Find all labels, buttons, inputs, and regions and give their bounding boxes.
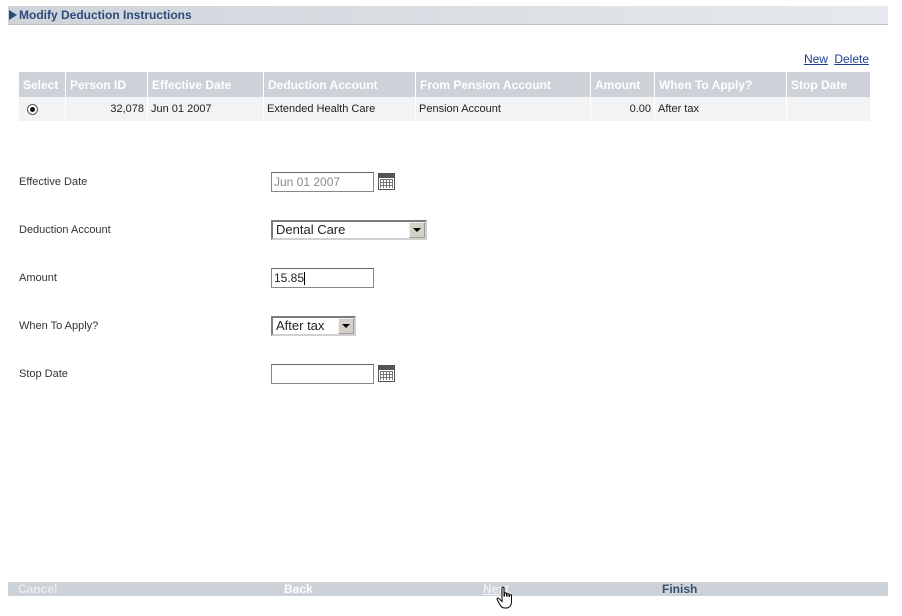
finish-button[interactable]: Finish: [662, 582, 697, 596]
delete-link[interactable]: Delete: [834, 52, 869, 66]
stop-date-cell: [787, 97, 870, 121]
amount-cell: 0.00: [591, 97, 655, 121]
cancel-button[interactable]: Cancel: [18, 582, 57, 596]
back-button[interactable]: Back: [284, 582, 313, 596]
when-to-apply-select[interactable]: After tax: [271, 316, 356, 336]
deduction-account-select[interactable]: Dental Care: [271, 220, 427, 240]
when-to-apply-selected: After tax: [276, 318, 325, 333]
page-header: Modify Deduction Instructions: [8, 6, 888, 25]
column-header-person-id: Person ID: [66, 72, 148, 97]
table-header-row: Select Person ID Effective Date Deductio…: [19, 72, 870, 97]
row-select-radio[interactable]: [27, 103, 38, 115]
deduction-account-cell: Extended Health Care: [264, 97, 416, 121]
calendar-icon-grid: [380, 179, 393, 188]
calendar-icon[interactable]: [378, 365, 395, 382]
text-cursor: [304, 272, 306, 286]
deduction-account-selected: Dental Care: [276, 222, 346, 237]
stop-date-label: Stop Date: [19, 368, 68, 380]
effective-date-label: Effective Date: [19, 176, 88, 188]
calendar-icon-header: [379, 366, 394, 370]
column-header-effective-date: Effective Date: [148, 72, 264, 97]
amount-label: Amount: [19, 272, 57, 284]
row-actions: New Delete: [801, 52, 869, 66]
table-row[interactable]: 32,078 Jun 01 2007 Extended Health Care …: [19, 97, 870, 121]
hand-pointer-icon: [496, 586, 512, 609]
chevron-down-icon[interactable]: [338, 318, 354, 334]
when-to-apply-cell: After tax: [655, 97, 787, 121]
deductions-table: Select Person ID Effective Date Deductio…: [19, 72, 870, 121]
column-header-stop-date: Stop Date: [787, 72, 870, 97]
when-to-apply-label: When To Apply?: [19, 320, 99, 332]
column-header-deduction-account: Deduction Account: [264, 72, 416, 97]
amount-value: 15.85: [274, 271, 305, 285]
chevron-down-icon[interactable]: [409, 222, 425, 238]
calendar-icon-grid: [380, 371, 393, 380]
wizard-footer: Cancel Back Next Finish: [8, 582, 888, 596]
stop-date-input[interactable]: [271, 364, 374, 384]
column-header-from-pension-account: From Pension Account: [416, 72, 591, 97]
select-cell[interactable]: [19, 97, 66, 121]
column-header-select: Select: [19, 72, 66, 97]
effective-date-input[interactable]: Jun 01 2007: [271, 172, 374, 192]
column-header-amount: Amount: [591, 72, 655, 97]
column-header-when-to-apply: When To Apply?: [655, 72, 787, 97]
page-title: Modify Deduction Instructions: [19, 8, 192, 22]
person-id-cell: 32,078: [66, 97, 148, 121]
triangle-right-icon: [9, 10, 17, 20]
from-pension-account-cell: Pension Account: [416, 97, 591, 121]
calendar-icon-header: [379, 174, 394, 178]
new-link[interactable]: New: [804, 52, 828, 66]
calendar-icon[interactable]: [378, 173, 395, 190]
amount-input[interactable]: 15.85: [271, 268, 374, 288]
effective-date-cell: Jun 01 2007: [148, 97, 264, 121]
deduction-account-label: Deduction Account: [19, 224, 111, 236]
